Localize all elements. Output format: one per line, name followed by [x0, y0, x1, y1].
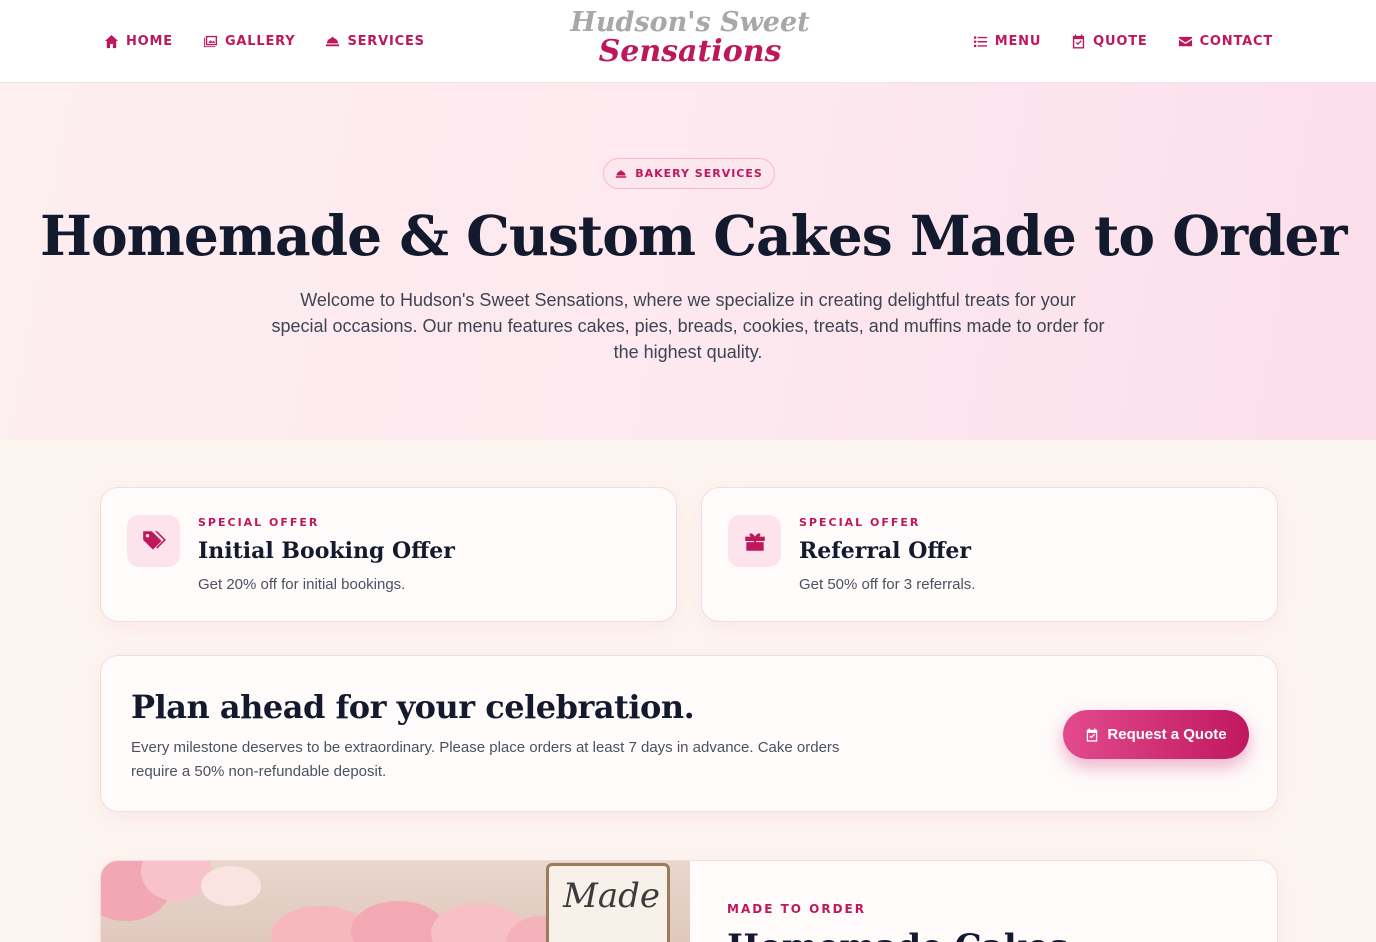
photo-flower: [201, 866, 261, 906]
nav-services-label: SERVICES: [347, 34, 425, 49]
cupcakes-photo: Made: [101, 861, 690, 942]
request-quote-button[interactable]: Request a Quote: [1063, 710, 1249, 759]
hero-badge: BAKERY SERVICES: [603, 158, 775, 189]
feature-card: Made MADE TO ORDER Homemade Cakes: [100, 860, 1278, 942]
plan-ahead-card: Plan ahead for your celebration. Every m…: [100, 655, 1278, 812]
envelope-icon: [1178, 36, 1192, 47]
offer-icon-box: [127, 515, 180, 567]
nav-contact-link[interactable]: CONTACT: [1178, 34, 1273, 49]
nav-home-label: HOME: [126, 34, 173, 49]
offer-kicker: SPECIAL OFFER: [799, 516, 921, 529]
brand-logo[interactable]: Hudson's Sweet Sensations: [560, 7, 820, 69]
photo-sign-text: Made: [563, 876, 660, 916]
feature-title: Homemade Cakes: [727, 927, 1068, 942]
nav-quote-label: QUOTE: [1093, 34, 1148, 49]
hero-title: Homemade & Custom Cakes Made to Order: [40, 203, 1348, 268]
plan-title: Plan ahead for your celebration.: [131, 688, 695, 726]
nav-gallery-link[interactable]: GALLERY: [203, 34, 296, 49]
nav-menu-link[interactable]: MENU: [973, 34, 1041, 49]
home-icon: [104, 34, 119, 49]
hero-subtitle: Welcome to Hudson's Sweet Sensations, wh…: [271, 290, 1105, 362]
brand-line-2: Sensations: [598, 34, 782, 69]
offer-title: Referral Offer: [799, 538, 972, 564]
brand-line-1: Hudson's Sweet: [570, 7, 810, 38]
calendar-check-icon: [1073, 34, 1085, 49]
hero-section: BAKERY SERVICES Homemade & Custom Cakes …: [0, 83, 1376, 440]
calendar-check-icon: [1087, 727, 1098, 742]
offer-description: Get 20% off for initial bookings.: [198, 576, 406, 593]
cloche-icon: [615, 169, 627, 178]
offer-card-referral: SPECIAL OFFER Referral Offer Get 50% off…: [701, 487, 1278, 622]
offer-kicker: SPECIAL OFFER: [198, 516, 320, 529]
request-quote-label: Request a Quote: [1107, 726, 1227, 743]
photo-sign: Made: [546, 863, 670, 942]
cloche-icon: [326, 36, 340, 47]
offer-icon-box: [728, 515, 781, 567]
hero-badge-label: BAKERY SERVICES: [635, 167, 763, 180]
offer-title: Initial Booking Offer: [198, 538, 455, 564]
gift-icon: [744, 533, 765, 551]
plan-description: Every milestone deserves to be extraordi…: [131, 739, 840, 780]
nav-quote-link[interactable]: QUOTE: [1071, 34, 1147, 49]
top-navigation: HOME GALLERY SERVICES Hudson's Sweet Sen…: [0, 0, 1376, 83]
nav-right-group: MENU QUOTE CONTACT: [973, 0, 1273, 83]
nav-gallery-label: GALLERY: [224, 34, 296, 49]
list-icon: [973, 36, 987, 48]
offer-card-initial-booking: SPECIAL OFFER Initial Booking Offer Get …: [100, 487, 677, 622]
nav-left-group: HOME GALLERY SERVICES: [104, 0, 425, 83]
nav-contact-label: CONTACT: [1199, 34, 1273, 49]
feature-kicker: MADE TO ORDER: [727, 902, 866, 916]
nav-services-link[interactable]: SERVICES: [325, 34, 424, 49]
nav-home-link[interactable]: HOME: [104, 34, 173, 49]
gallery-icon: [203, 35, 218, 48]
nav-menu-label: MENU: [994, 34, 1042, 49]
offer-description: Get 50% off for 3 referrals.: [799, 576, 976, 593]
tags-icon: [142, 531, 166, 550]
